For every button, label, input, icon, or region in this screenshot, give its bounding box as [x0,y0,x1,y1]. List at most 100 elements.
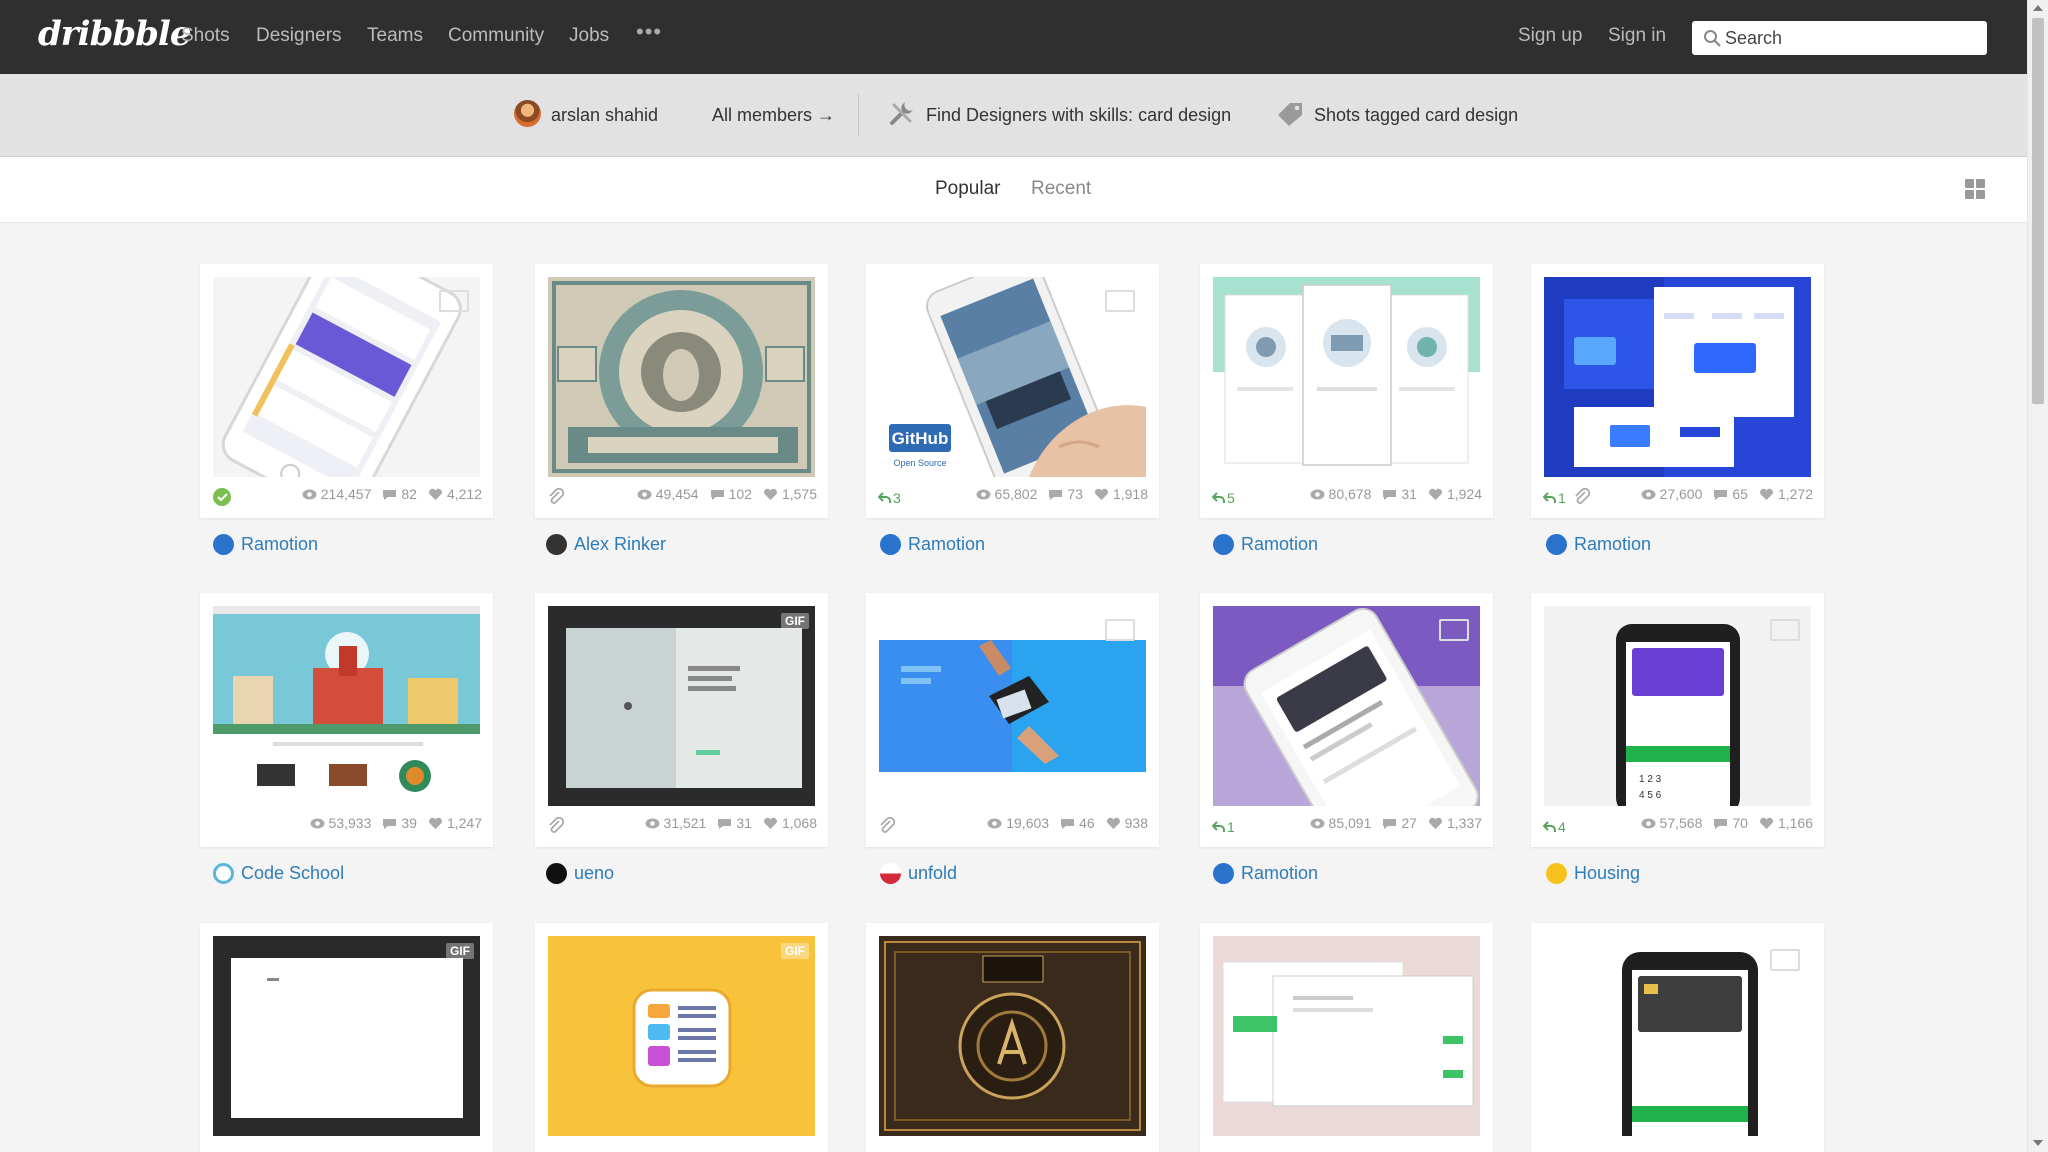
sign-up-link[interactable]: Sign up [1518,25,1582,47]
search-box[interactable] [1692,21,1987,55]
shot-author-link[interactable]: Ramotion [1546,532,1651,556]
rebound-icon [1543,492,1556,503]
shot-thumbnail[interactable]: 1 2 3 4 5 6 [1544,606,1811,806]
shot-card: 214,457 82 4,212 [200,264,493,518]
likes-count[interactable]: 938 [1106,815,1148,831]
shot-meta: 5 80,678 31 1,924 [1210,486,1485,510]
rebounds-count[interactable]: 1 [1212,819,1235,835]
shot-author-link[interactable]: ueno [546,861,614,885]
shot-thumbnail[interactable] [1213,606,1480,806]
author-avatar [1546,533,1567,555]
more-menu-icon[interactable]: ••• [636,19,662,45]
rebound-icon [1543,821,1556,832]
nav-jobs[interactable]: Jobs [569,25,609,47]
eye-icon [645,818,660,828]
heart-icon [763,488,777,500]
find-designers-link[interactable]: Find Designers with skills: card design [926,105,1231,126]
keypad-digits: 1 2 3 [1639,774,1662,785]
shot-author-link[interactable]: Ramotion [880,532,985,556]
likes-count[interactable]: 4,212 [428,486,482,502]
likes-count[interactable]: 1,337 [1428,815,1482,831]
shot-author-link[interactable]: Ramotion [1213,532,1318,556]
shot-card [1531,923,1824,1152]
likes-count[interactable]: 1,918 [1094,486,1148,502]
likes-count[interactable]: 1,247 [428,815,482,831]
comments-count[interactable]: 31 [717,815,752,831]
shot-meta: 3 65,802 73 1,918 [876,486,1151,510]
shot-author-link[interactable]: Ramotion [213,532,318,556]
comments-count[interactable]: 27 [1382,815,1417,831]
shot-thumbnail[interactable] [1213,277,1480,477]
likes-count[interactable]: 1,272 [1759,486,1813,502]
sort-recent-tab[interactable]: Recent [1031,178,1091,200]
shot-thumbnail[interactable]: GIF [213,936,480,1136]
shot-image-dashboard-app [1213,936,1480,1136]
shot-card: 49,454 102 1,575 [535,264,828,518]
dribbble-logo[interactable]: dribbble [38,14,191,54]
shot-author-link[interactable]: Housing [1546,861,1640,885]
shot-thumbnail[interactable]: GIF [548,936,815,1136]
views-count: 27,600 [1641,486,1702,502]
shot-thumbnail[interactable]: GIF [548,606,815,806]
shot-author-link[interactable]: Code School [213,861,344,885]
rebounds-count[interactable]: 5 [1212,490,1235,506]
scroll-up-arrow-icon[interactable] [2033,5,2043,11]
grid-view-icon[interactable] [1965,179,1986,200]
author-avatar [213,533,234,555]
shot-thumbnail[interactable] [213,277,480,477]
shot-author-link[interactable]: unfold [880,861,957,885]
nav-teams[interactable]: Teams [367,25,423,47]
nav-shots[interactable]: Shots [181,25,230,47]
shot-thumbnail[interactable]: GitHub Open Source [879,277,1146,477]
comments-count[interactable]: 46 [1060,815,1095,831]
member-name-link[interactable]: arslan shahid [551,105,658,126]
comment-icon [710,489,724,500]
shot-author-link[interactable]: Ramotion [1213,861,1318,885]
shot-image-whiskey-label [548,277,815,477]
shot-card [1200,923,1493,1152]
rebounds-count[interactable]: 1 [1543,490,1566,506]
sort-popular-tab[interactable]: Popular [935,178,1001,200]
shot-thumbnail[interactable] [1544,936,1811,1136]
shot-card: GIF [535,923,828,1152]
likes-count[interactable]: 1,924 [1428,486,1482,502]
likes-count[interactable]: 1,575 [763,486,817,502]
comments-count[interactable]: 73 [1048,486,1083,502]
rebounds-count[interactable]: 3 [878,490,901,506]
comments-count[interactable]: 65 [1713,486,1748,502]
all-members-link[interactable]: All members → [712,105,835,126]
comment-icon [1383,489,1397,500]
heart-icon [428,488,442,500]
shot-thumbnail[interactable] [213,606,480,806]
comments-count[interactable]: 102 [710,486,752,502]
author-avatar [1213,862,1234,884]
rebounds-count[interactable]: 4 [1543,819,1566,835]
shot-thumbnail[interactable] [1544,277,1811,477]
comments-count[interactable]: 31 [1382,486,1417,502]
shot-thumbnail[interactable] [879,606,1146,806]
heart-icon [1759,817,1773,829]
shots-tagged-link[interactable]: Shots tagged card design [1314,105,1518,126]
search-input[interactable] [1725,21,1980,55]
author-avatar [880,533,901,555]
shot-image-map-form [548,606,815,806]
shot-author-link[interactable]: Alex Rinker [546,532,666,556]
shot-card: GIF [200,923,493,1152]
shot-thumbnail[interactable] [1213,936,1480,1136]
shot-thumbnail[interactable] [879,936,1146,1136]
likes-count[interactable]: 1,068 [763,815,817,831]
nav-community[interactable]: Community [448,25,544,47]
comments-count[interactable]: 39 [382,815,417,831]
scroll-down-arrow-icon[interactable] [2033,1140,2043,1146]
nav-designers[interactable]: Designers [256,25,342,47]
scrollbar-thumb[interactable] [2032,18,2044,404]
sign-in-link[interactable]: Sign in [1608,25,1666,47]
likes-count[interactable]: 1,166 [1759,815,1813,831]
heart-icon [763,817,777,829]
comment-icon [1061,818,1075,829]
comments-count[interactable]: 82 [382,486,417,502]
comment-icon [1383,818,1397,829]
comments-count[interactable]: 70 [1713,815,1748,831]
page-scrollbar[interactable] [2027,0,2048,1152]
shot-thumbnail[interactable] [548,277,815,477]
